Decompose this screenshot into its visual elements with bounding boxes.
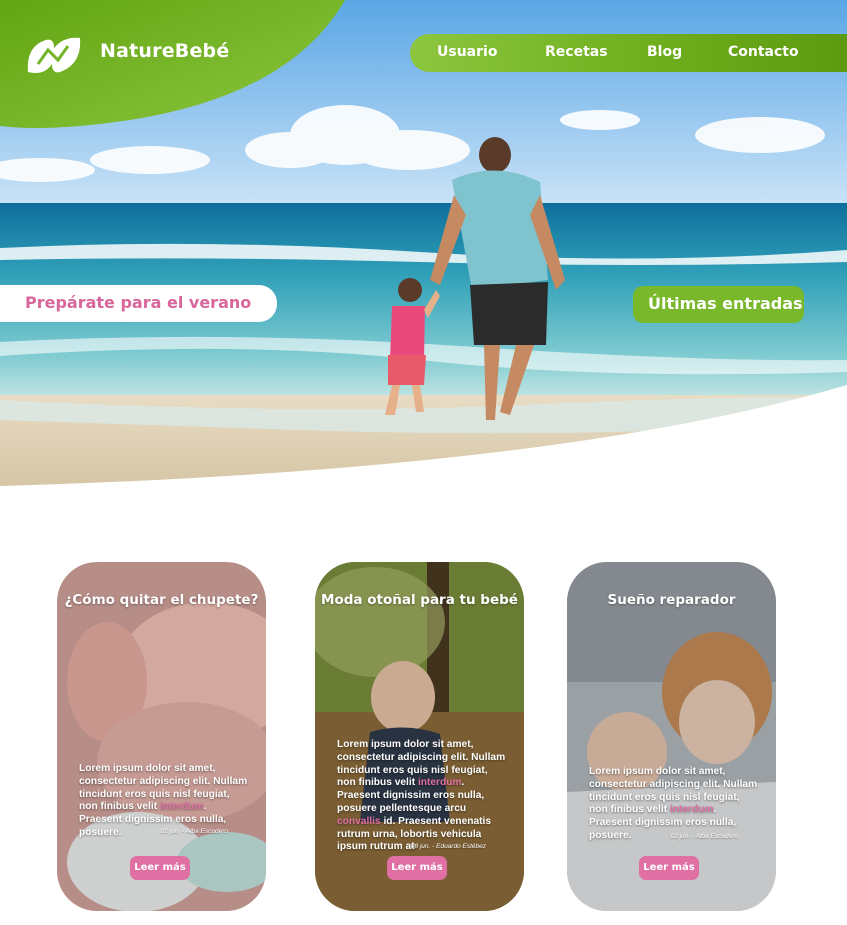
leaf-n-logo-icon xyxy=(27,37,81,73)
latest-posts-button[interactable]: Últimas entradas xyxy=(633,286,804,323)
card-excerpt: Lorem ipsum dolor sit amet, consectetur … xyxy=(589,766,758,841)
blog-card-autumn-fashion[interactable]: Moda otoñal para tu bebé Lorem ipsum dol… xyxy=(315,562,524,911)
nav-item-blog[interactable]: Blog xyxy=(647,44,682,60)
latest-posts-label: Últimas entradas xyxy=(648,294,803,313)
read-more-button[interactable]: Leer más xyxy=(639,856,699,880)
brand-name[interactable]: NatureBebé xyxy=(100,40,229,62)
hero-banner: NatureBebé Usuario Recetas Blog Contacto… xyxy=(0,0,847,486)
nav-item-recetas[interactable]: Recetas xyxy=(545,44,608,60)
card-meta: 02 jun. - Alba Escudero xyxy=(670,833,738,840)
nav-item-usuario[interactable]: Usuario xyxy=(437,44,497,60)
card-meta: 02 jun. - Alba Escudero xyxy=(160,828,228,835)
card-title: Sueño reparador xyxy=(607,592,736,608)
nav-item-contacto[interactable]: Contacto xyxy=(728,44,799,60)
summer-promo-label: Prepárate para el verano xyxy=(25,293,252,312)
read-more-button[interactable]: Leer más xyxy=(130,856,190,880)
card-excerpt: Lorem ipsum dolor sit amet, consectetur … xyxy=(337,739,506,853)
card-title: Moda otoñal para tu bebé xyxy=(321,592,518,608)
read-more-button[interactable]: Leer más xyxy=(387,856,447,880)
card-title: ¿Cómo quitar el chupete? xyxy=(64,592,259,608)
blog-card-pacifier[interactable]: ¿Cómo quitar el chupete? Lorem ipsum dol… xyxy=(57,562,266,911)
summer-promo-pill[interactable]: Prepárate para el verano xyxy=(0,285,277,322)
card-meta: 08 jun. - Eduardo Estébez xyxy=(410,843,486,850)
main-navigation: Usuario Recetas Blog Contacto xyxy=(410,34,847,72)
blog-card-sleep[interactable]: Sueño reparador Lorem ipsum dolor sit am… xyxy=(567,562,776,911)
